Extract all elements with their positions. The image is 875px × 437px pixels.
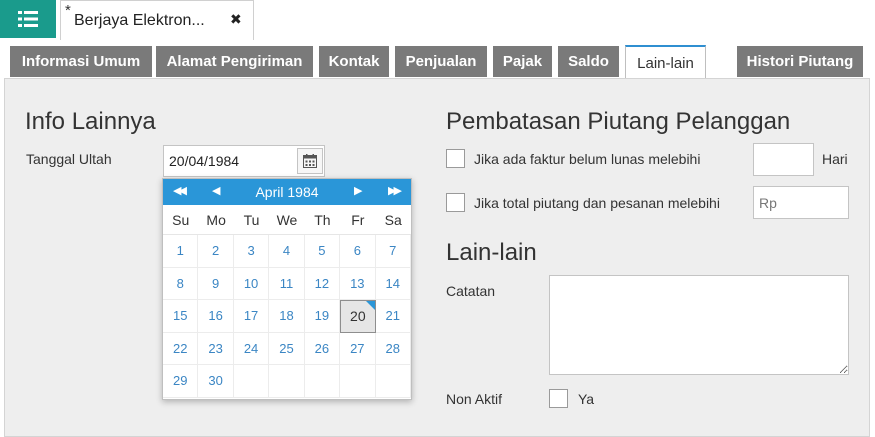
calendar-empty-cell [269, 365, 305, 398]
calendar-week-row: 8 9 10 11 12 13 14 [163, 267, 411, 300]
calendar-day-selected[interactable]: 20 [340, 300, 376, 333]
info-lainnya-heading: Info Lainnya [25, 108, 156, 135]
calendar-day[interactable]: 16 [198, 300, 234, 333]
weekday-label: Tu [233, 205, 270, 235]
prev-year-button[interactable]: ◀◀ [173, 184, 187, 197]
calendar-day[interactable]: 25 [269, 332, 305, 365]
total-checkbox[interactable] [446, 193, 465, 212]
calendar-day[interactable]: 6 [340, 235, 376, 268]
calendar-empty-cell [233, 365, 270, 398]
calendar-icon [303, 154, 317, 168]
faktur-checkbox[interactable] [446, 149, 465, 168]
calendar-day[interactable]: 22 [163, 332, 199, 365]
tab-histori-piutang[interactable]: Histori Piutang [737, 46, 863, 77]
tab-informasi-umum[interactable]: Informasi Umum [10, 46, 152, 77]
total-input[interactable]: Rp [753, 186, 849, 219]
non-aktif-label: Non Aktif [446, 391, 503, 407]
calendar-day[interactable]: 5 [304, 235, 341, 268]
calendar-day[interactable]: 8 [163, 267, 199, 300]
calendar-day[interactable]: 7 [375, 235, 411, 268]
list-icon [18, 11, 38, 27]
tab-alamat-pengiriman[interactable]: Alamat Pengiriman [156, 46, 313, 77]
calendar-button[interactable] [297, 148, 323, 174]
calendar-day[interactable]: 29 [163, 365, 199, 398]
top-bar: * Berjaya Elektron... ✖ [0, 0, 875, 40]
tab-pajak[interactable]: Pajak [493, 46, 552, 77]
calendar-day[interactable]: 11 [269, 267, 305, 300]
tab-lain-lain[interactable]: Lain-lain [625, 45, 706, 79]
document-tab-title: Berjaya Elektron... [74, 12, 205, 29]
calendar-day[interactable]: 10 [233, 267, 270, 300]
lain-lain-heading: Lain-lain [446, 239, 537, 266]
tab-kontak[interactable]: Kontak [319, 46, 389, 77]
calendar-week-row: 15 16 17 18 19 20 21 [163, 300, 411, 333]
calendar-day[interactable]: 24 [233, 332, 270, 365]
weekday-row: Su Mo Tu We Th Fr Sa [163, 205, 411, 235]
weekday-label: Mo [198, 205, 234, 235]
weekday-label: Th [304, 205, 341, 235]
calendar-day[interactable]: 12 [304, 267, 341, 300]
hari-input[interactable] [753, 143, 814, 176]
calendar-day[interactable]: 4 [269, 235, 305, 268]
calendar-grid: Su Mo Tu We Th Fr Sa 1 2 3 4 5 6 7 8 9 10 11 12 13 14 15 16 17 1… [163, 205, 411, 398]
close-tab-icon[interactable]: ✖ [230, 11, 242, 28]
content-panel: Info Lainnya Tanggal Ultah 20/04/1984 Pe… [4, 78, 870, 437]
tab-saldo[interactable]: Saldo [558, 46, 619, 77]
calendar-week-row: 1234567 [163, 235, 411, 268]
calendar-day[interactable]: 17 [233, 300, 270, 333]
calendar-week-row: 22 23 24 25 26 27 28 [163, 332, 411, 365]
calendar-day[interactable]: 21 [375, 300, 411, 333]
hari-label: Hari [822, 151, 848, 167]
prev-month-button[interactable]: ◀ [212, 184, 220, 197]
non-aktif-checkbox[interactable] [549, 389, 568, 408]
calendar-empty-cell [304, 365, 341, 398]
calendar-day[interactable]: 30 [198, 365, 234, 398]
next-year-button[interactable]: ▶▶ [388, 184, 402, 197]
next-month-button[interactable]: ▶ [354, 184, 362, 197]
tab-penjualan[interactable]: Penjualan [395, 46, 487, 77]
document-tab[interactable]: * Berjaya Elektron... [60, 0, 254, 40]
calendar-empty-cell [375, 365, 411, 398]
weekday-label: Fr [340, 205, 376, 235]
calendar-day[interactable]: 27 [340, 332, 376, 365]
catatan-textarea[interactable] [549, 275, 849, 375]
total-label: Jika total piutang dan pesanan melebihi [474, 195, 720, 211]
catatan-label: Catatan [446, 283, 496, 299]
calendar-day[interactable]: 9 [198, 267, 234, 300]
modified-marker: * [65, 2, 71, 19]
faktur-label: Jika ada faktur belum lunas melebihi [474, 151, 701, 167]
calendar-day[interactable]: 19 [304, 300, 341, 333]
calendar-day[interactable]: 14 [375, 267, 411, 300]
ya-label: Ya [578, 391, 595, 407]
pembatasan-heading: Pembatasan Piutang Pelanggan [446, 108, 791, 135]
calendar-day[interactable]: 15 [163, 300, 199, 333]
calendar-day[interactable]: 2 [198, 235, 234, 268]
calendar-day[interactable]: 18 [269, 300, 305, 333]
weekday-label: Su [163, 205, 199, 235]
date-picker-popup: ◀◀ ◀ April 1984 ▶ ▶▶ Su Mo Tu We Th Fr Sa 1 2 3 4 5… [162, 178, 412, 400]
main-menu-button[interactable] [0, 0, 56, 38]
calendar-month-label[interactable]: April 1984 [163, 184, 411, 200]
calendar-day[interactable]: 28 [375, 332, 411, 365]
tanggal-ultah-label: Tanggal Ultah [26, 151, 112, 167]
calendar-empty-cell [340, 365, 376, 398]
calendar-header: ◀◀ ◀ April 1984 ▶ ▶▶ [163, 179, 411, 205]
weekday-label: We [269, 205, 305, 235]
calendar-week-row: 29 30 [163, 365, 411, 398]
weekday-label: Sa [375, 205, 411, 235]
calendar-day[interactable]: 3 [233, 235, 270, 268]
calendar-day[interactable]: 1 [163, 235, 199, 268]
calendar-day[interactable]: 23 [198, 332, 234, 365]
calendar-day[interactable]: 13 [340, 267, 376, 300]
calendar-day[interactable]: 26 [304, 332, 341, 365]
section-tabs: Informasi Umum Alamat Pengiriman Kontak … [0, 40, 875, 79]
